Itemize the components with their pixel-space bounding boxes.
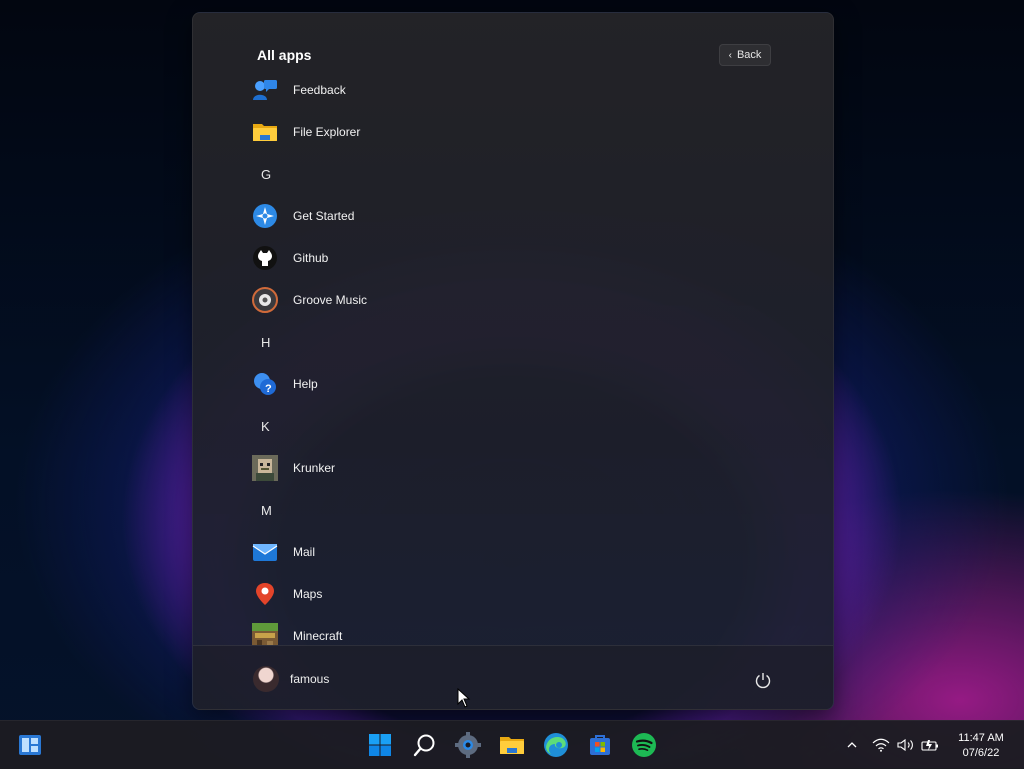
letter-label: K (261, 418, 270, 434)
app-label: Krunker (293, 461, 336, 475)
mail-icon (252, 539, 278, 565)
clock-date: 07/6/22 (962, 747, 1000, 759)
app-item-maps[interactable]: Maps (251, 573, 791, 615)
maps-icon (252, 581, 278, 607)
taskbar: 11:47 AM 07/6/22 (0, 720, 1024, 769)
power-icon (755, 673, 771, 689)
back-button-label: Back (736, 49, 762, 61)
letter-label: G (261, 166, 272, 182)
start-menu: All apps ‹ Back Feedback File Explorer G… (192, 12, 834, 710)
app-label: Minecraft (293, 629, 343, 643)
app-item-file-explorer[interactable]: File Explorer (251, 111, 791, 153)
spotify-icon[interactable] (630, 731, 658, 759)
volume-icon[interactable] (896, 735, 916, 755)
file-explorer-icon (252, 119, 278, 145)
file-explorer-taskbar-icon[interactable] (498, 731, 526, 759)
app-item-krunker[interactable]: Krunker (251, 447, 791, 489)
chevron-left-icon: ‹ (728, 49, 732, 61)
letter-header-k[interactable]: K (251, 405, 791, 447)
apps-list[interactable]: Feedback File Explorer G Get Started Git… (251, 69, 811, 645)
krunker-icon (252, 455, 278, 481)
mouse-cursor (457, 687, 471, 708)
letter-label: H (261, 334, 271, 350)
wifi-icon[interactable] (871, 735, 891, 755)
chevron-up-icon[interactable] (845, 735, 859, 755)
help-icon: ? (252, 371, 278, 397)
app-item-minecraft[interactable]: Minecraft (251, 615, 791, 645)
taskbar-clock[interactable]: 11:47 AM 07/6/22 (950, 731, 1012, 761)
user-name: famous (290, 672, 330, 686)
start-icon[interactable] (366, 731, 394, 759)
all-apps-title: All apps (257, 47, 312, 63)
app-label: Github (293, 251, 329, 265)
app-item-help[interactable]: ? Help (251, 363, 791, 405)
minecraft-icon (252, 623, 278, 645)
app-label: Maps (293, 587, 323, 601)
app-label: Feedback (293, 83, 346, 97)
letter-label: M (261, 502, 272, 518)
app-label: File Explorer (293, 125, 361, 139)
letter-header-g[interactable]: G (251, 153, 791, 195)
back-button[interactable]: ‹ Back (719, 44, 771, 66)
app-label: Get Started (293, 209, 355, 223)
groove-music-icon (252, 287, 278, 313)
app-item-feedback[interactable]: Feedback (251, 69, 791, 111)
app-item-groove-music[interactable]: Groove Music (251, 279, 791, 321)
app-item-get-started[interactable]: Get Started (251, 195, 791, 237)
app-label: Groove Music (293, 293, 368, 307)
power-button[interactable] (753, 670, 773, 690)
start-footer: famous (193, 645, 833, 709)
widgets-icon[interactable] (16, 731, 44, 759)
app-item-mail[interactable]: Mail (251, 531, 791, 573)
settings-icon[interactable] (454, 731, 482, 759)
letter-header-h[interactable]: H (251, 321, 791, 363)
user-account-button[interactable]: famous (253, 666, 329, 692)
feedback-hub-icon (252, 77, 278, 103)
battery-icon[interactable] (920, 735, 940, 755)
avatar (253, 666, 279, 692)
svg-text:?: ? (265, 383, 272, 395)
github-icon (252, 245, 278, 271)
store-icon[interactable] (586, 731, 614, 759)
edge-icon[interactable] (542, 731, 570, 759)
app-item-github[interactable]: Github (251, 237, 791, 279)
search-icon[interactable] (411, 731, 439, 759)
app-label: Mail (293, 545, 316, 559)
get-started-icon (252, 203, 278, 229)
letter-header-m[interactable]: M (251, 489, 791, 531)
app-label: Help (293, 377, 318, 391)
clock-time: 11:47 AM (958, 732, 1004, 744)
